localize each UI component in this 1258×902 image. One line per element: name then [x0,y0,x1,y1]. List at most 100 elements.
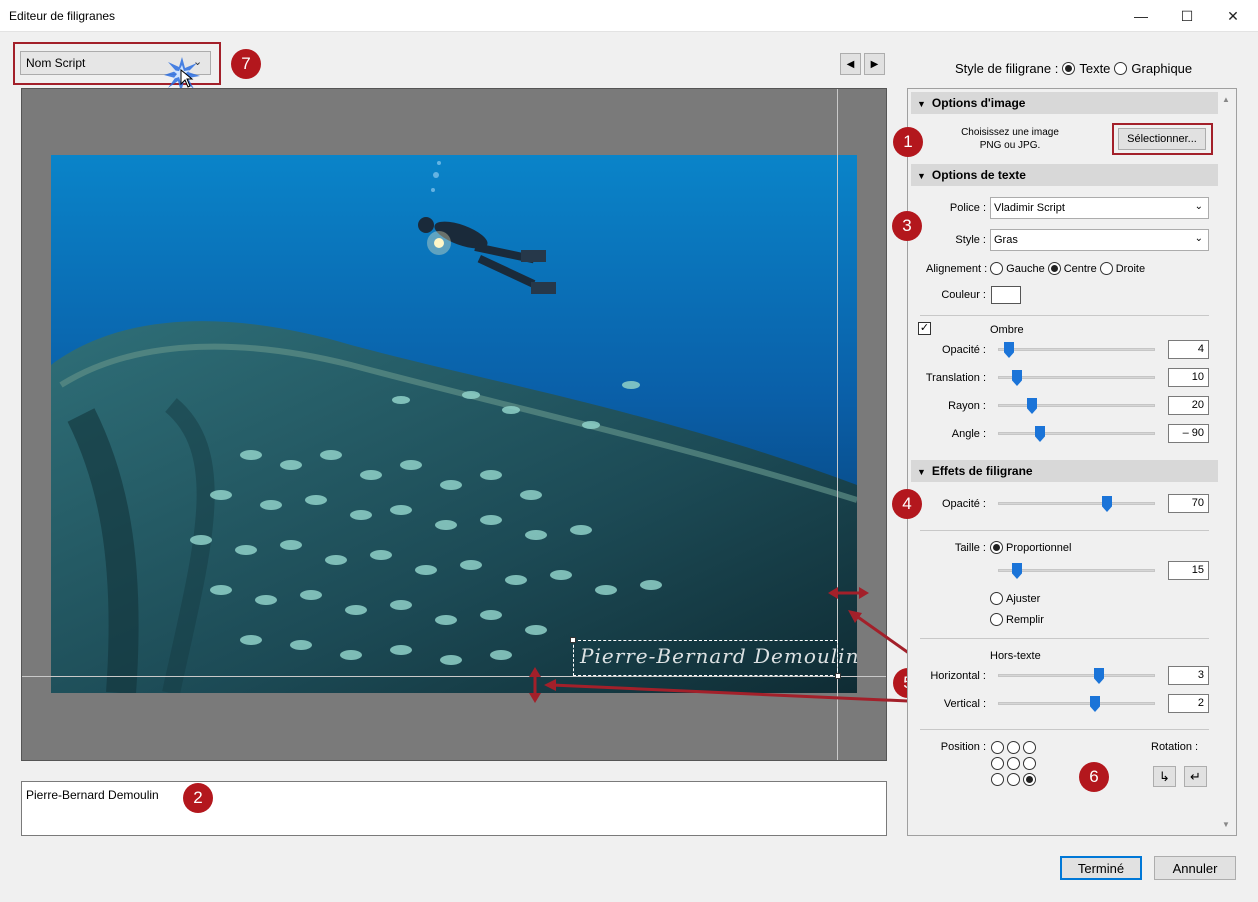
position-top-center[interactable] [1007,741,1020,754]
marker-3: 3 [892,211,922,241]
marker-1: 1 [893,127,923,157]
size-proportional-option[interactable]: Proportionnel [990,541,1071,554]
image-hint-line: Choisissez une image [961,127,1059,138]
vertical-input[interactable]: 2 [1168,694,1209,713]
divider [920,315,1209,316]
done-button[interactable]: Terminé [1060,856,1142,880]
shadow-radius-slider[interactable] [998,404,1155,407]
size-input[interactable]: 15 [1168,561,1209,580]
select-image-button[interactable]: Sélectionner... [1118,128,1206,150]
rotate-right-icon: ↵ [1190,768,1201,784]
image-hint: Choisissez une image PNG ou JPG. [940,126,1080,152]
divider [920,638,1209,639]
shadow-radius-label: Rayon : [948,400,986,412]
section-text-options[interactable]: ▼ Options de texte [911,164,1218,186]
radio-graphique[interactable] [1114,62,1128,75]
section-watermark-effects[interactable]: ▼ Effets de filigrane [911,460,1218,482]
chevron-down-icon: ⌄ [1194,233,1203,244]
scroll-up-icon[interactable]: ▲ [1222,95,1230,104]
divider [920,729,1209,730]
mouse-cursor-icon [180,69,194,88]
next-arrow-button[interactable]: ▶ [864,53,885,75]
shadow-opacity-label: Opacité : [941,344,986,356]
fill-label: Remplir [1006,613,1044,626]
horizontal-slider[interactable] [998,674,1155,677]
size-label: Taille : [954,542,986,554]
section-image-options[interactable]: ▼ Options d'image [911,92,1218,114]
offset-label: Hors-texte [990,650,1041,662]
position-top-right[interactable] [1023,741,1036,754]
shadow-opacity-slider[interactable] [998,348,1155,351]
collapse-triangle-icon: ▼ [917,171,926,181]
shadow-opacity-input[interactable]: 4 [1168,340,1209,359]
position-grid [991,741,1036,786]
shadow-angle-label: Angle : [951,428,986,440]
horizontal-input[interactable]: 3 [1168,666,1209,685]
position-middle-center[interactable] [1007,757,1020,770]
effects-opacity-input[interactable]: 70 [1168,494,1209,513]
watermark-text-input[interactable]: Pierre-Bernard Demoulin [21,781,887,836]
align-center-label: Centre [1063,262,1097,275]
radio-adjust[interactable] [990,592,1003,605]
alignment-label: Alignement : [926,262,988,275]
position-middle-left[interactable] [991,757,1004,770]
radio-texte-label: Texte [1079,61,1111,76]
color-label: Couleur : [941,289,986,301]
previous-arrow-button[interactable]: ◀ [840,53,861,75]
effects-opacity-slider[interactable] [998,502,1155,505]
position-bottom-right[interactable] [1023,773,1036,786]
maximize-button[interactable]: ☐ [1164,0,1210,32]
color-swatch[interactable] [991,286,1021,304]
shadow-translation-label: Translation : [925,372,986,384]
marker-2: 2 [183,783,213,813]
collapse-triangle-icon: ▼ [917,467,926,477]
effects-opacity-label: Opacité : [941,498,986,510]
size-adjust-option[interactable]: Ajuster [990,592,1040,605]
radio-graphique-label: Graphique [1131,61,1193,76]
section-title: Options d'image [931,96,1026,110]
radio-proportional[interactable] [990,541,1003,554]
rotate-right-button[interactable]: ↵ [1184,766,1207,787]
position-bottom-center[interactable] [1007,773,1020,786]
position-middle-right[interactable] [1023,757,1036,770]
shadow-radius-input[interactable]: 20 [1168,396,1209,415]
radio-align-left[interactable] [990,262,1004,275]
radio-align-right[interactable] [1099,262,1113,275]
font-label: Police : [949,202,986,214]
size-fill-option[interactable]: Remplir [990,613,1044,626]
horizontal-label: Horizontal : [930,670,986,682]
align-left-label: Gauche [1006,262,1045,275]
close-button[interactable]: ✕ [1210,0,1256,32]
position-bottom-left[interactable] [991,773,1004,786]
shadow-angle-slider[interactable] [998,432,1155,435]
adjust-label: Ajuster [1006,592,1041,605]
radio-fill[interactable] [990,613,1003,626]
cancel-button[interactable]: Annuler [1154,856,1236,880]
marker-4: 4 [892,489,922,519]
rotate-left-button[interactable]: ↳ [1153,766,1176,787]
section-title: Effets de filigrane [931,464,1033,478]
vertical-slider[interactable] [998,702,1155,705]
shadow-label: Ombre [990,324,1024,336]
position-top-left[interactable] [991,741,1004,754]
collapse-triangle-icon: ▼ [917,99,926,109]
proportional-label: Proportionnel [1006,541,1072,554]
shadow-angle-input[interactable]: – 90 [1168,424,1209,443]
panel-scrollbar[interactable] [1221,94,1234,829]
title-bar [0,0,1258,32]
style-dropdown[interactable]: Gras ⌄ [990,229,1209,251]
vertical-label: Vertical : [943,698,986,710]
radio-align-center[interactable] [1047,262,1061,275]
section-title: Options de texte [931,168,1026,182]
watermark-style-row: Style de filigrane : Texte Graphique [955,61,1192,76]
shadow-translation-input[interactable]: 10 [1168,368,1209,387]
divider [920,530,1209,531]
annotation-arrows [529,587,931,704]
scroll-down-icon[interactable]: ▼ [1222,820,1230,829]
radio-texte[interactable] [1062,62,1076,75]
shadow-checkbox[interactable]: ✓ [918,322,931,335]
font-dropdown[interactable]: Vladimir Script ⌄ [990,197,1209,219]
font-value: Vladimir Script [994,202,1065,214]
minimize-button[interactable]: — [1118,0,1164,32]
position-label: Position : [940,741,986,753]
